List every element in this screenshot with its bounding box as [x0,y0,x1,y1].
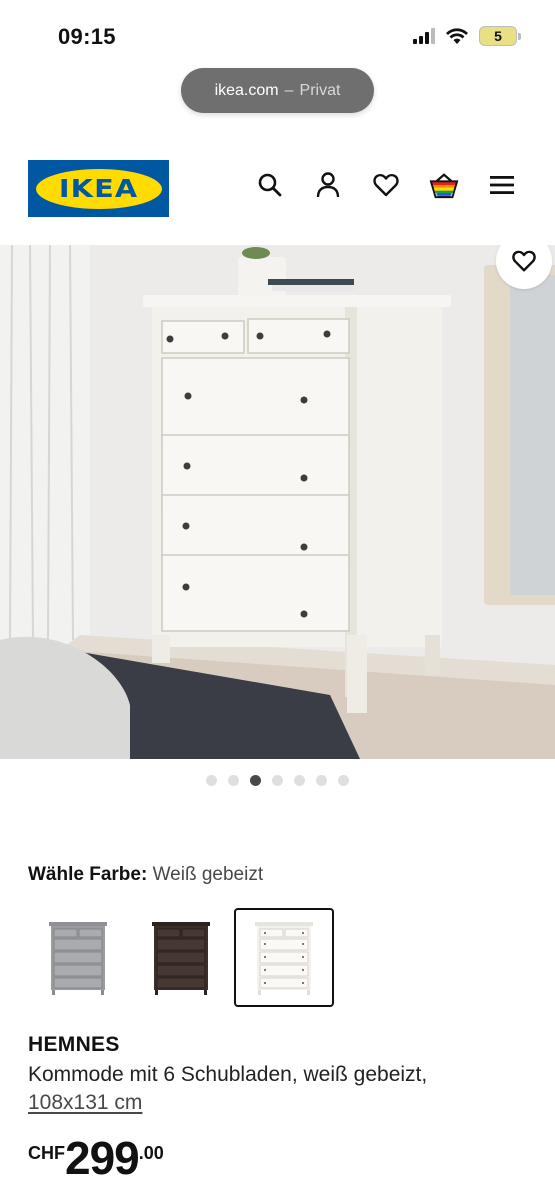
cart-button[interactable] [429,170,459,200]
cellular-signal-icon [413,28,435,44]
status-time: 09:15 [58,24,116,49]
status-indicators: 5 [413,26,521,46]
cart-icon [429,173,459,199]
battery-indicator: 5 [479,26,521,46]
wishlist-button[interactable] [371,170,401,200]
carousel-dot[interactable] [250,775,261,786]
carousel-dot[interactable] [294,775,305,786]
heart-icon [373,173,399,197]
product-photo [0,245,555,759]
color-selection-label: Wähle Farbe: Weiß gebeizt [28,864,263,886]
ikea-logo[interactable]: IKEA [28,160,169,217]
color-swatch-white[interactable] [234,908,334,1007]
search-button[interactable] [255,170,285,200]
wifi-icon [446,28,468,44]
user-icon [316,172,340,198]
price-decimal: .00 [138,1143,164,1163]
search-icon [258,173,282,197]
browser-url-bar[interactable]: ikea.com – Privat [181,68,374,113]
product-image[interactable] [0,245,555,759]
product-dimensions-link[interactable]: 108x131 cm [28,1091,142,1115]
url-separator: – [284,81,294,99]
menu-button[interactable] [487,170,517,200]
site-header: IKEA [0,150,555,230]
status-bar: 09:15 5 [0,0,555,62]
private-mode-label: Privat [299,81,341,99]
selected-color-value: Weiß gebeizt [152,864,264,885]
logo-oval: IKEA [35,168,162,209]
dresser-thumbnail-white [255,921,313,995]
carousel-dot[interactable] [228,775,239,786]
heart-icon [512,250,536,272]
color-swatches [28,908,334,1007]
carousel-dot[interactable] [206,775,217,786]
header-actions [255,170,517,200]
dresser-thumbnail-grey [49,921,107,995]
menu-icon [490,176,514,194]
carousel-dot[interactable] [272,775,283,786]
color-label-prefix: Wähle Farbe: [28,864,148,885]
color-swatch-black-brown[interactable] [131,908,231,1007]
product-description: Kommode mit 6 Schubladen, weiß gebeizt, [28,1063,428,1086]
dresser-thumbnail-black-brown [152,921,210,995]
logo-text: IKEA [58,174,139,203]
carousel-dot[interactable] [316,775,327,786]
image-carousel-dots [0,775,555,786]
carousel-dot[interactable] [338,775,349,786]
url-domain: ikea.com [214,81,279,99]
color-swatch-grey[interactable] [28,908,128,1007]
account-button[interactable] [313,170,343,200]
product-name: HEMNES [28,1033,120,1056]
product-price: CHF 299 .00 [28,1133,164,1183]
price-currency: CHF [28,1143,65,1163]
price-integer: 299 [65,1132,140,1184]
